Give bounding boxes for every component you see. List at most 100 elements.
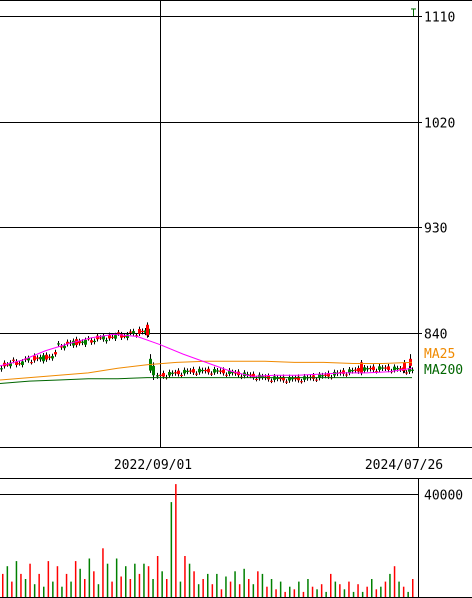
candle-body	[270, 380, 273, 382]
candle-body	[57, 343, 60, 345]
candle-body	[324, 374, 327, 376]
volume-bar	[393, 566, 396, 597]
volume-bar	[402, 586, 405, 597]
volume-bar	[88, 558, 91, 597]
candle-body	[0, 368, 3, 370]
volume-bar	[384, 581, 387, 597]
volume-bar	[29, 563, 31, 597]
volume-bar	[298, 581, 300, 597]
candle-body	[273, 376, 276, 380]
volume-bar	[38, 573, 40, 597]
volume-bar	[143, 563, 145, 597]
volume-bar	[307, 579, 309, 597]
candle-body	[195, 373, 198, 375]
volume-bar	[147, 566, 150, 597]
volume-bar	[202, 579, 204, 597]
candle-body	[117, 332, 120, 334]
volume-bar	[375, 589, 378, 597]
candle-body	[294, 378, 297, 380]
volume-bar	[24, 579, 27, 597]
volume-bar	[179, 581, 182, 597]
candle-body	[411, 369, 414, 371]
volume-bar	[97, 584, 100, 597]
ma200-line	[0, 377, 412, 384]
legend-ma25: MA25	[424, 347, 455, 362]
candle-body	[198, 368, 201, 373]
candle-body	[45, 354, 48, 360]
candle-body	[405, 372, 408, 374]
volume-bar	[33, 584, 36, 597]
volume-bar	[366, 586, 368, 597]
volume-bar	[65, 573, 68, 597]
legend-ma200: MA200	[424, 363, 463, 378]
candle-body	[42, 355, 45, 362]
candle-body	[285, 381, 288, 383]
candle-body	[93, 340, 96, 343]
volume-bar	[156, 556, 159, 597]
candle-body	[207, 368, 210, 373]
date-tick-label: 2022/09/01	[114, 458, 192, 473]
candle-body	[291, 378, 294, 380]
price-tick-label: 1110	[424, 11, 455, 26]
volume-bar	[257, 571, 259, 597]
volume-bar	[79, 568, 81, 597]
candle-body	[204, 369, 207, 372]
candle-body	[90, 340, 93, 343]
volume-bar	[129, 579, 132, 597]
volume-bar	[266, 586, 268, 597]
volume-bar	[152, 579, 154, 597]
candle-body	[351, 370, 354, 372]
candle-body	[180, 374, 183, 376]
candle-body	[378, 366, 381, 370]
candle-body	[213, 369, 216, 373]
candle-body	[159, 374, 162, 376]
volume-bar	[289, 586, 291, 597]
candle-body	[111, 336, 114, 338]
price-tick-label: 840	[424, 328, 447, 343]
candlesticks	[0, 8, 416, 384]
volume-bar	[11, 581, 13, 597]
candle-body	[132, 331, 135, 334]
candle-body	[363, 367, 366, 371]
candle-body	[393, 366, 396, 371]
candle-body	[36, 357, 39, 359]
candle-body	[162, 373, 165, 377]
volume-bar	[330, 573, 332, 597]
candle-body	[210, 373, 213, 375]
candle-body	[39, 357, 42, 360]
volume-bar	[188, 563, 191, 597]
volume-bar	[380, 586, 382, 597]
candle-body	[171, 372, 174, 374]
volume-bar	[316, 589, 318, 597]
volume-bar	[211, 584, 214, 597]
candle-body	[384, 367, 387, 369]
candle-body	[174, 372, 177, 374]
volume-bar	[134, 563, 136, 597]
candle-body	[18, 363, 21, 365]
volume-bar	[252, 584, 255, 597]
volume-bar	[56, 566, 59, 597]
volume-bar	[302, 591, 305, 597]
candle-body	[369, 367, 372, 370]
candle-body	[354, 369, 357, 371]
volume-bar	[197, 584, 200, 597]
volume-bar	[47, 561, 50, 597]
volume-bar	[216, 573, 218, 597]
candle-body	[348, 369, 351, 373]
candle-body	[63, 345, 66, 349]
volume-bar	[6, 566, 9, 597]
candle-body	[168, 372, 171, 376]
volume-bar	[275, 589, 277, 597]
candle-body	[30, 362, 33, 364]
volume-bar	[184, 556, 186, 597]
candle-body	[222, 369, 225, 374]
candle-body	[315, 379, 318, 381]
volume-bar	[161, 571, 163, 597]
candle-body	[114, 335, 117, 339]
volume-bar	[225, 576, 227, 597]
volume-bar	[279, 581, 282, 597]
volume-bar	[207, 573, 209, 597]
volume-bar	[348, 581, 350, 597]
candle-body	[189, 370, 192, 372]
date-tick-label: 2024/07/26	[365, 458, 443, 473]
